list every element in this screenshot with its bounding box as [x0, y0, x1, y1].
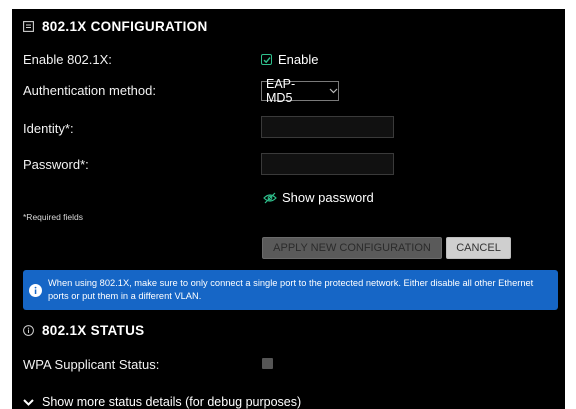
cancel-button[interactable]: CANCEL	[446, 237, 511, 259]
identity-input[interactable]	[261, 116, 394, 138]
info-banner: When using 802.1X, make sure to only con…	[23, 270, 558, 310]
eye-off-icon	[263, 192, 277, 204]
wpa-status-indicator	[262, 358, 273, 369]
info-icon	[29, 283, 42, 297]
config-title-text: 802.1X CONFIGURATION	[42, 19, 208, 34]
show-more-details-label: Show more status details (for debug purp…	[42, 395, 302, 409]
apply-configuration-button[interactable]: APPLY NEW CONFIGURATION	[262, 237, 442, 259]
info-banner-text: When using 802.1X, make sure to only con…	[48, 278, 534, 301]
enable-checkbox[interactable]: Enable	[261, 52, 318, 67]
config-icon	[23, 21, 34, 32]
enable-checkbox-label: Enable	[278, 52, 319, 67]
required-fields-note: *Required fields	[23, 212, 84, 222]
show-password-toggle[interactable]: Show password	[263, 190, 374, 205]
settings-panel: 802.1X CONFIGURATION Enable 802.1X: Enab…	[12, 9, 565, 409]
show-more-details-toggle[interactable]: Show more status details (for debug purp…	[23, 395, 301, 409]
auth-method-select[interactable]: EAP-MD5	[261, 77, 339, 105]
auth-method-value: EAP-MD5	[266, 77, 296, 105]
enable-label: Enable 802.1X:	[23, 52, 112, 67]
checkbox-checked-icon	[261, 54, 272, 65]
password-label: Password*:	[23, 157, 89, 172]
expand-chevron-icon	[23, 398, 34, 406]
auth-method-label: Authentication method:	[23, 83, 156, 98]
status-title-text: 802.1X STATUS	[42, 323, 145, 338]
chevron-down-icon	[329, 86, 338, 97]
config-section-title: 802.1X CONFIGURATION	[23, 19, 208, 34]
password-input[interactable]	[261, 153, 394, 175]
wpa-status-label: WPA Supplicant Status:	[23, 357, 160, 372]
status-info-icon	[23, 325, 34, 336]
identity-label: Identity*:	[23, 121, 74, 136]
show-password-label: Show password	[282, 190, 374, 205]
status-section-title: 802.1X STATUS	[23, 323, 144, 338]
